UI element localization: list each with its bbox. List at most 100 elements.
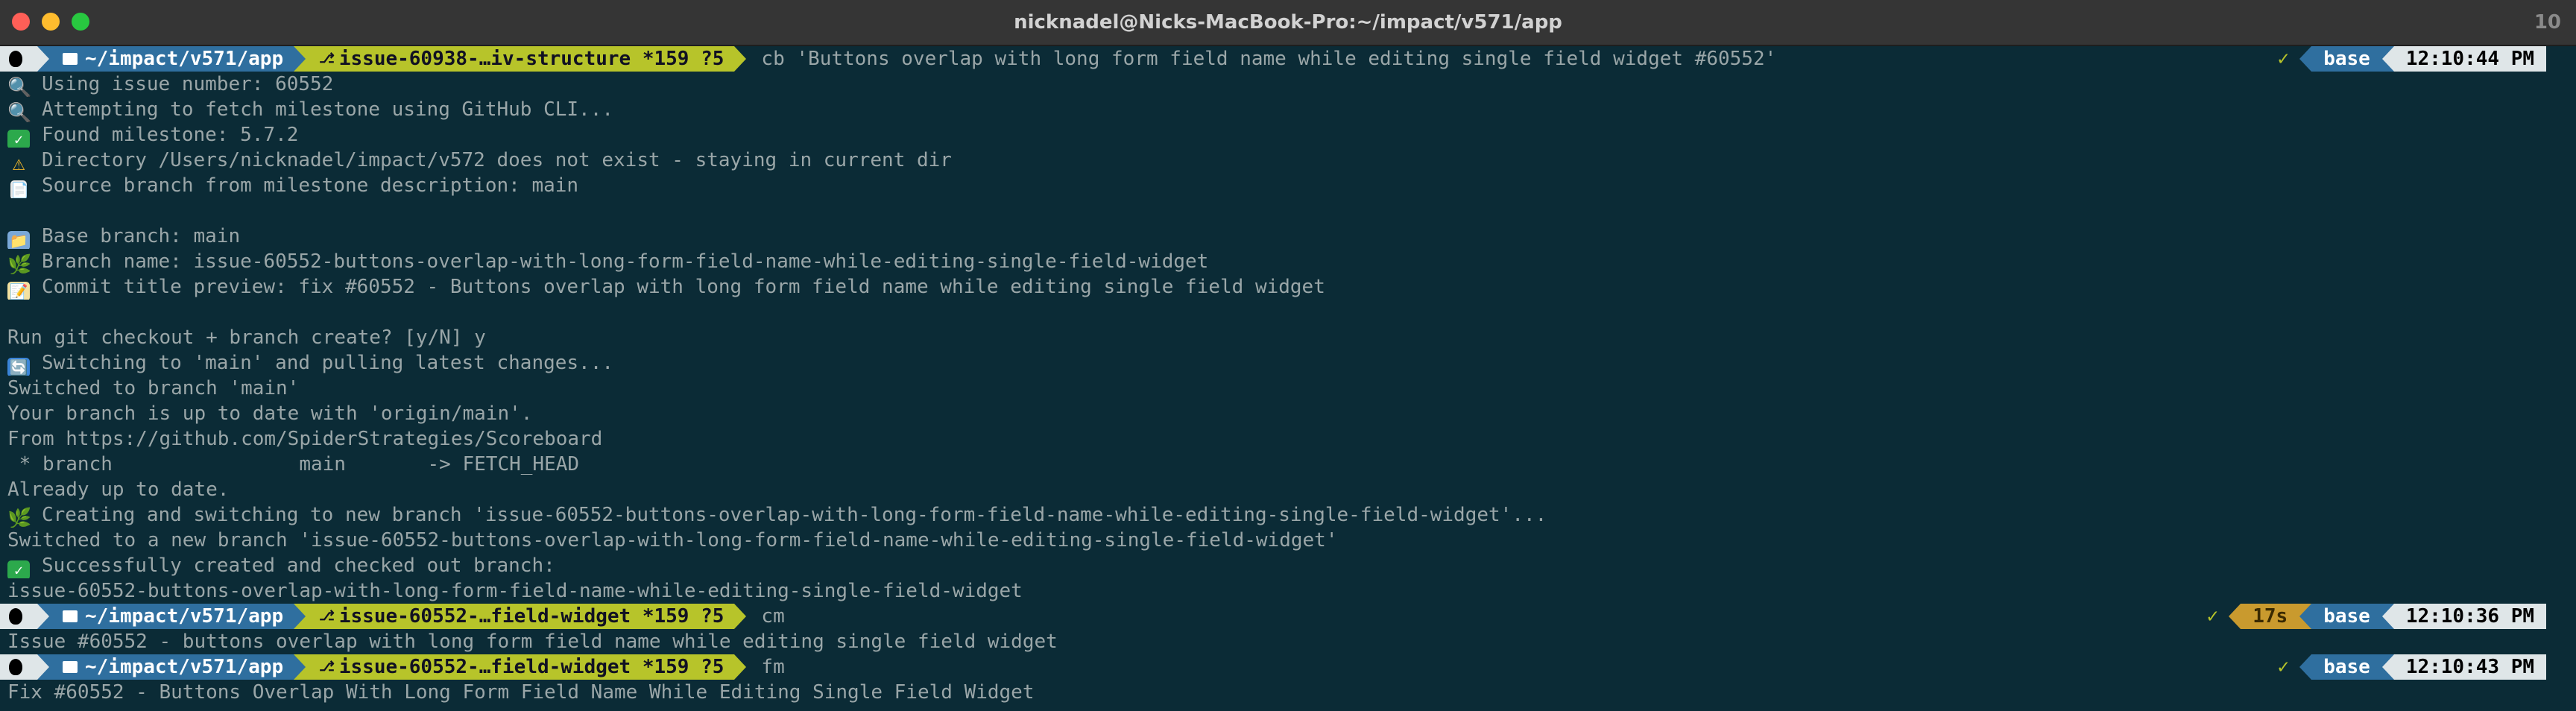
output-text: From https://github.com/SpiderStrategies… <box>7 428 603 450</box>
conda-env: base <box>2311 654 2382 680</box>
segment-separator <box>37 604 49 629</box>
check-icon: ✓ <box>7 130 30 148</box>
apple-icon <box>9 659 22 675</box>
git-status: issue-60938-…iv-structure *159 ?5 <box>338 48 724 70</box>
output-line: 🌿 Branch name: issue-60552-buttons-overla… <box>0 249 2576 274</box>
window-count: 10 <box>2534 11 2561 34</box>
output-line: * branch main -> FETCH_HEAD <box>0 452 2576 477</box>
output-text: Switching to 'main' and pulling latest c… <box>42 352 614 374</box>
memo-icon: 📝 <box>7 282 30 300</box>
output-text: Directory /Users/nicknadel/impact/v572 d… <box>42 149 952 171</box>
leaf-icon: 🌿 <box>7 508 32 528</box>
output-line: Switched to a new branch 'issue-60552-bu… <box>0 528 2576 553</box>
output-text: Attempting to fetch milestone using GitH… <box>42 98 614 121</box>
output-line: Run git checkout + branch create? [y/N] … <box>0 325 2576 350</box>
zoom-button[interactable] <box>72 13 89 31</box>
git-status: issue-60552-…field-widget *159 ?5 <box>338 656 724 678</box>
path-segment: ~/impact/v571/app <box>49 654 294 680</box>
output-line: Issue #60552 - buttons overlap with long… <box>7 631 1058 653</box>
window-controls <box>12 13 89 31</box>
segment-separator <box>2381 604 2394 629</box>
document-icon: 📄 <box>10 180 29 198</box>
exit-status: ✓ <box>2196 604 2229 629</box>
magnifier-icon: 🔍 <box>7 102 32 122</box>
git-segment: ⎇ issue-60938-…iv-structure *159 ?5 <box>306 46 735 72</box>
output-line: 🔍 Attempting to fetch milestone using Git… <box>0 97 2576 122</box>
output-line: Fix #60552 - Buttons Overlap With Long F… <box>7 681 1035 704</box>
segment-separator <box>2381 654 2394 680</box>
command-text: fm <box>761 656 785 678</box>
segment-separator <box>734 46 747 72</box>
output-text: Successfully created and checked out bra… <box>42 554 555 577</box>
output-text: * branch main -> FETCH_HEAD <box>7 453 580 475</box>
apple-icon <box>9 51 22 67</box>
refresh-icon: 🔄 <box>7 358 30 376</box>
prompt-line: ~/impact/v571/app ⎇ issue-60552-…field-wi… <box>0 654 2576 680</box>
exit-status: ✓ <box>2267 654 2300 680</box>
right-prompt: ✓ base 12:10:43 PM <box>2267 654 2546 680</box>
git-status: issue-60552-…field-widget *159 ?5 <box>338 605 724 628</box>
output-text: Your branch is up to date with 'origin/m… <box>7 402 533 425</box>
terminal-content[interactable]: ~/impact/v571/app ⎇ issue-60938-…iv-struc… <box>0 46 2576 711</box>
apple-icon <box>9 608 22 625</box>
output-text: Switched to branch 'main' <box>7 377 300 399</box>
time-text: 12:10:43 PM <box>2393 654 2546 680</box>
folder-icon <box>63 661 78 673</box>
path-segment: ~/impact/v571/app <box>49 46 294 72</box>
output-text: Switched to a new branch 'issue-60552-bu… <box>7 529 1338 552</box>
time-text: 12:10:44 PM <box>2393 46 2546 72</box>
os-segment <box>0 604 37 629</box>
output-line: ✓ Successfully created and checked out br… <box>0 553 2576 578</box>
output-text: Using issue number: 60552 <box>42 73 334 95</box>
path-text: ~/impact/v571/app <box>85 48 284 70</box>
command-text: cm <box>761 605 785 628</box>
os-segment <box>0 654 37 680</box>
conda-env: base <box>2311 604 2382 629</box>
terminal-window: nicknadel@Nicks-MacBook-Pro:~/impact/v57… <box>0 0 2576 711</box>
segment-separator <box>37 46 49 72</box>
output-text: issue-60552-buttons-overlap-with-long-fo… <box>7 580 1023 602</box>
output-line: 📁 Base branch: main <box>0 224 2576 249</box>
conda-env: base <box>2311 46 2382 72</box>
segment-separator <box>2229 604 2241 629</box>
output-line: ✓ Found milestone: 5.7.2 <box>0 122 2576 148</box>
output-text: Run git checkout + branch create? [y/N] … <box>7 326 486 349</box>
check-icon: ✓ <box>7 560 30 578</box>
folder-icon: 📁 <box>7 231 30 249</box>
output-line: 🌿 Creating and switching to new branch 'i… <box>0 502 2576 528</box>
leaf-icon: 🌿 <box>7 254 32 274</box>
output-line: 🔍 Using issue number: 60552 <box>0 72 2576 97</box>
right-prompt: ✓ base 12:10:44 PM <box>2267 46 2546 72</box>
output-line: Switched to branch 'main' <box>0 376 2576 401</box>
output-text: Base branch: main <box>42 225 241 247</box>
path-text: ~/impact/v571/app <box>85 656 284 678</box>
right-prompt: ✓ 17s base 12:10:36 PM <box>2196 604 2546 629</box>
output-line: issue-60552-buttons-overlap-with-long-fo… <box>0 578 2576 604</box>
segment-separator <box>734 604 747 629</box>
magnifier-icon: 🔍 <box>7 77 32 97</box>
prompt-line: ~/impact/v571/app ⎇ issue-60938-…iv-struc… <box>0 46 2576 72</box>
path-segment: ~/impact/v571/app <box>49 604 294 629</box>
warning-icon: ⚠ <box>12 151 25 174</box>
window-title: nicknadel@Nicks-MacBook-Pro:~/impact/v57… <box>1014 11 1562 34</box>
output-text: Commit title preview: fix #60552 - Butto… <box>42 276 1325 298</box>
git-segment: ⎇ issue-60552-…field-widget *159 ?5 <box>306 604 735 629</box>
output-line: 📝 Commit title preview: fix #60552 - Butt… <box>0 274 2576 300</box>
time-text: 12:10:36 PM <box>2393 604 2546 629</box>
command-text: cb 'Buttons overlap with long form field… <box>761 48 1777 70</box>
path-text: ~/impact/v571/app <box>85 605 284 628</box>
segment-separator <box>294 46 306 72</box>
minimize-button[interactable] <box>42 13 60 31</box>
segment-separator <box>2299 654 2312 680</box>
segment-separator <box>2299 46 2312 72</box>
output-text: Branch name: issue-60552-buttons-overlap… <box>42 250 1209 273</box>
git-branch-icon: ⎇ <box>319 51 335 66</box>
close-button[interactable] <box>12 13 30 31</box>
git-branch-icon: ⎇ <box>319 608 335 624</box>
duration-text: 17s <box>2241 604 2300 629</box>
output-line: ⚠ Directory /Users/nicknadel/impact/v572 … <box>0 148 2576 173</box>
output-text: Creating and switching to new branch 'is… <box>42 504 1547 526</box>
folder-icon <box>63 53 78 65</box>
